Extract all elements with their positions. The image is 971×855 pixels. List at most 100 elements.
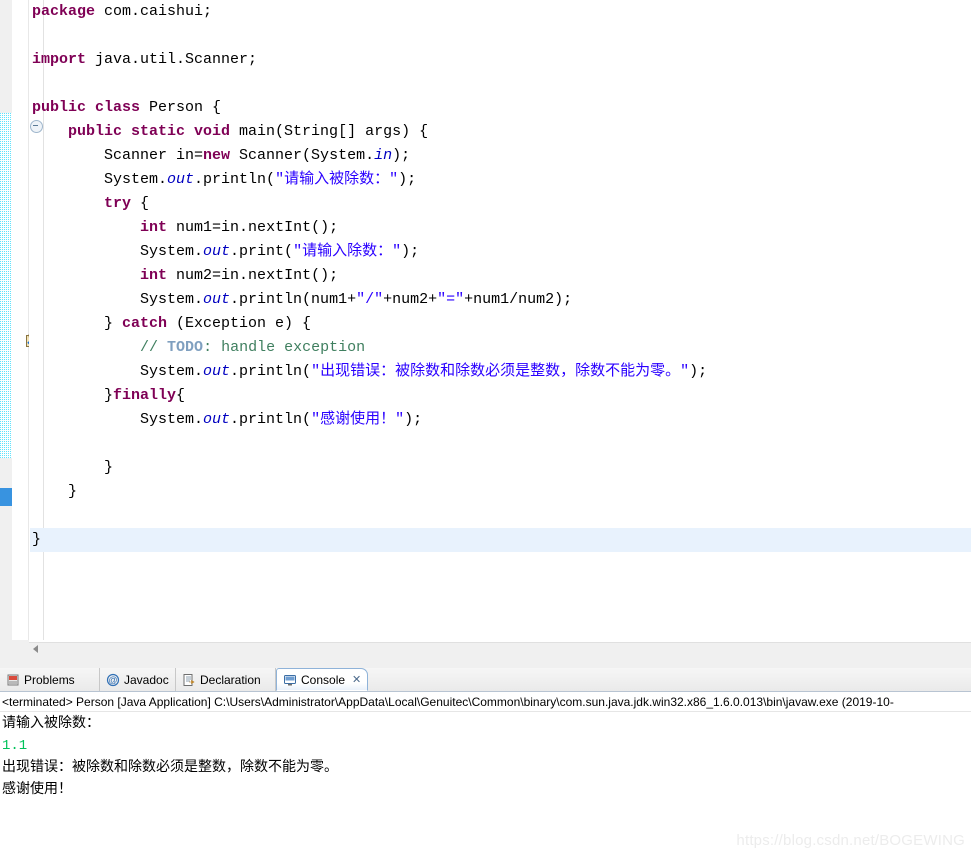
problems-icon (7, 674, 19, 685)
view-stack-top-gap (0, 655, 971, 668)
code-line[interactable] (30, 72, 971, 96)
editor-marker-gutter[interactable] (12, 0, 38, 640)
code-token: int (140, 267, 168, 284)
code-token: +num1/num2); (464, 291, 573, 308)
code-line[interactable]: int num2=in.nextInt(); (30, 264, 971, 288)
code-token: finally (113, 387, 177, 404)
code-token: com.caishui; (104, 3, 213, 20)
tab-javadoc[interactable]: @ Javadoc (100, 668, 176, 691)
code-content[interactable]: package com.caishui; import java.util.Sc… (30, 0, 971, 640)
scroll-left-arrow-icon[interactable] (33, 645, 38, 653)
code-token: in (374, 147, 393, 164)
code-token: main(String[] args) { (239, 123, 429, 140)
code-line[interactable] (30, 504, 971, 528)
code-token: } (32, 387, 114, 404)
view-tab-strip[interactable]: Problems @ Javadoc Declaration Console ✕ (0, 668, 971, 692)
code-token: .print( (230, 243, 294, 260)
code-line[interactable]: public static void main(String[] args) { (30, 120, 971, 144)
code-token: java.util.Scanner; (95, 51, 258, 68)
javadoc-at-icon: @ (106, 673, 120, 686)
editor-change-bar (0, 0, 12, 640)
code-token: } (32, 315, 123, 332)
code-token: TODO (167, 339, 204, 356)
code-token: Person { (149, 99, 222, 116)
code-token: { (131, 195, 150, 212)
code-line[interactable]: int num1=in.nextInt(); (30, 216, 971, 240)
code-token: package (32, 3, 105, 20)
code-line[interactable]: } (30, 528, 971, 552)
code-token: out (203, 411, 231, 428)
tab-declaration[interactable]: Declaration (176, 668, 276, 691)
code-line[interactable]: } (30, 480, 971, 504)
code-line[interactable]: System.out.println("出现错误：被除数和除数必须是整数，除数不… (30, 360, 971, 384)
code-token: "=" (437, 291, 465, 308)
code-token: } (32, 483, 78, 500)
code-line[interactable]: } catch (Exception e) { (30, 312, 971, 336)
editor-corner-pad (0, 640, 29, 655)
code-token: // (140, 339, 168, 356)
code-line[interactable]: } (30, 456, 971, 480)
code-line[interactable] (30, 24, 971, 48)
code-token: System. (32, 411, 204, 428)
code-token: "感谢使用！" (311, 411, 405, 428)
code-token: "出现错误：被除数和除数必须是整数，除数不能为零。" (311, 363, 690, 380)
code-line[interactable]: System.out.println(num1+"/"+num2+"="+num… (30, 288, 971, 312)
code-line[interactable]: public class Person { (30, 96, 971, 120)
code-token: System. (32, 291, 204, 308)
code-line[interactable]: package com.caishui; (30, 0, 971, 24)
code-line[interactable]: System.out.println("感谢使用！"); (30, 408, 971, 432)
code-line[interactable]: }finally{ (30, 384, 971, 408)
tab-label: Console (301, 672, 346, 687)
code-token: (Exception e) { (167, 315, 312, 332)
code-line[interactable]: import java.util.Scanner; (30, 48, 971, 72)
code-token: new (203, 147, 231, 164)
console-output-line: 1.1 (2, 738, 28, 754)
tab-console[interactable]: Console ✕ (276, 668, 368, 691)
code-token: +num2+ (383, 291, 438, 308)
tab-label: Problems (24, 672, 75, 687)
editor-horizontal-scrollbar[interactable] (29, 642, 971, 656)
code-token: out (203, 291, 231, 308)
change-bar-segment (0, 488, 12, 506)
code-token: .println( (194, 171, 276, 188)
code-token: out (167, 171, 195, 188)
tab-label: Declaration (200, 672, 261, 687)
code-token: .println( (230, 411, 312, 428)
console-output-line: 请输入被除数： (2, 716, 100, 732)
code-line[interactable]: Scanner in=new Scanner(System.in); (30, 144, 971, 168)
code-token: Scanner(System. (230, 147, 375, 164)
code-token: "/" (356, 291, 384, 308)
code-token: public static void (68, 123, 240, 140)
code-token: } (32, 531, 42, 548)
bottom-view-stack: Problems @ Javadoc Declaration Console ✕ <ter… (0, 655, 971, 855)
code-line[interactable] (30, 432, 971, 456)
code-token: out (203, 363, 231, 380)
code-token: "请输入除数：" (293, 243, 402, 260)
code-token: .println( (230, 363, 312, 380)
code-token: ); (398, 171, 417, 188)
tab-problems[interactable]: Problems (0, 668, 100, 691)
code-line[interactable]: try { (30, 192, 971, 216)
console-launch-header: <terminated> Person [Java Application] C… (0, 692, 971, 712)
code-token: { (176, 387, 186, 404)
code-line[interactable]: System.out.print("请输入除数："); (30, 240, 971, 264)
watermark: https://blog.csdn.net/BOGEWING (736, 832, 965, 849)
code-line[interactable]: System.out.println("请输入被除数："); (30, 168, 971, 192)
close-icon[interactable]: ✕ (352, 673, 361, 686)
code-line[interactable]: // TODO: handle exception (30, 336, 971, 360)
code-token: : handle exception (203, 339, 366, 356)
code-token: ); (404, 411, 423, 428)
code-token: public class (32, 99, 150, 116)
tab-label: Javadoc (124, 672, 169, 687)
code-token: ); (401, 243, 420, 260)
change-bar-segment (0, 113, 12, 458)
declaration-icon (183, 673, 195, 686)
code-token: catch (122, 315, 168, 332)
svg-text:@: @ (108, 675, 117, 685)
console-output-line: 感谢使用！ (2, 782, 72, 798)
java-editor[interactable]: package com.caishui; import java.util.Sc… (0, 0, 971, 656)
